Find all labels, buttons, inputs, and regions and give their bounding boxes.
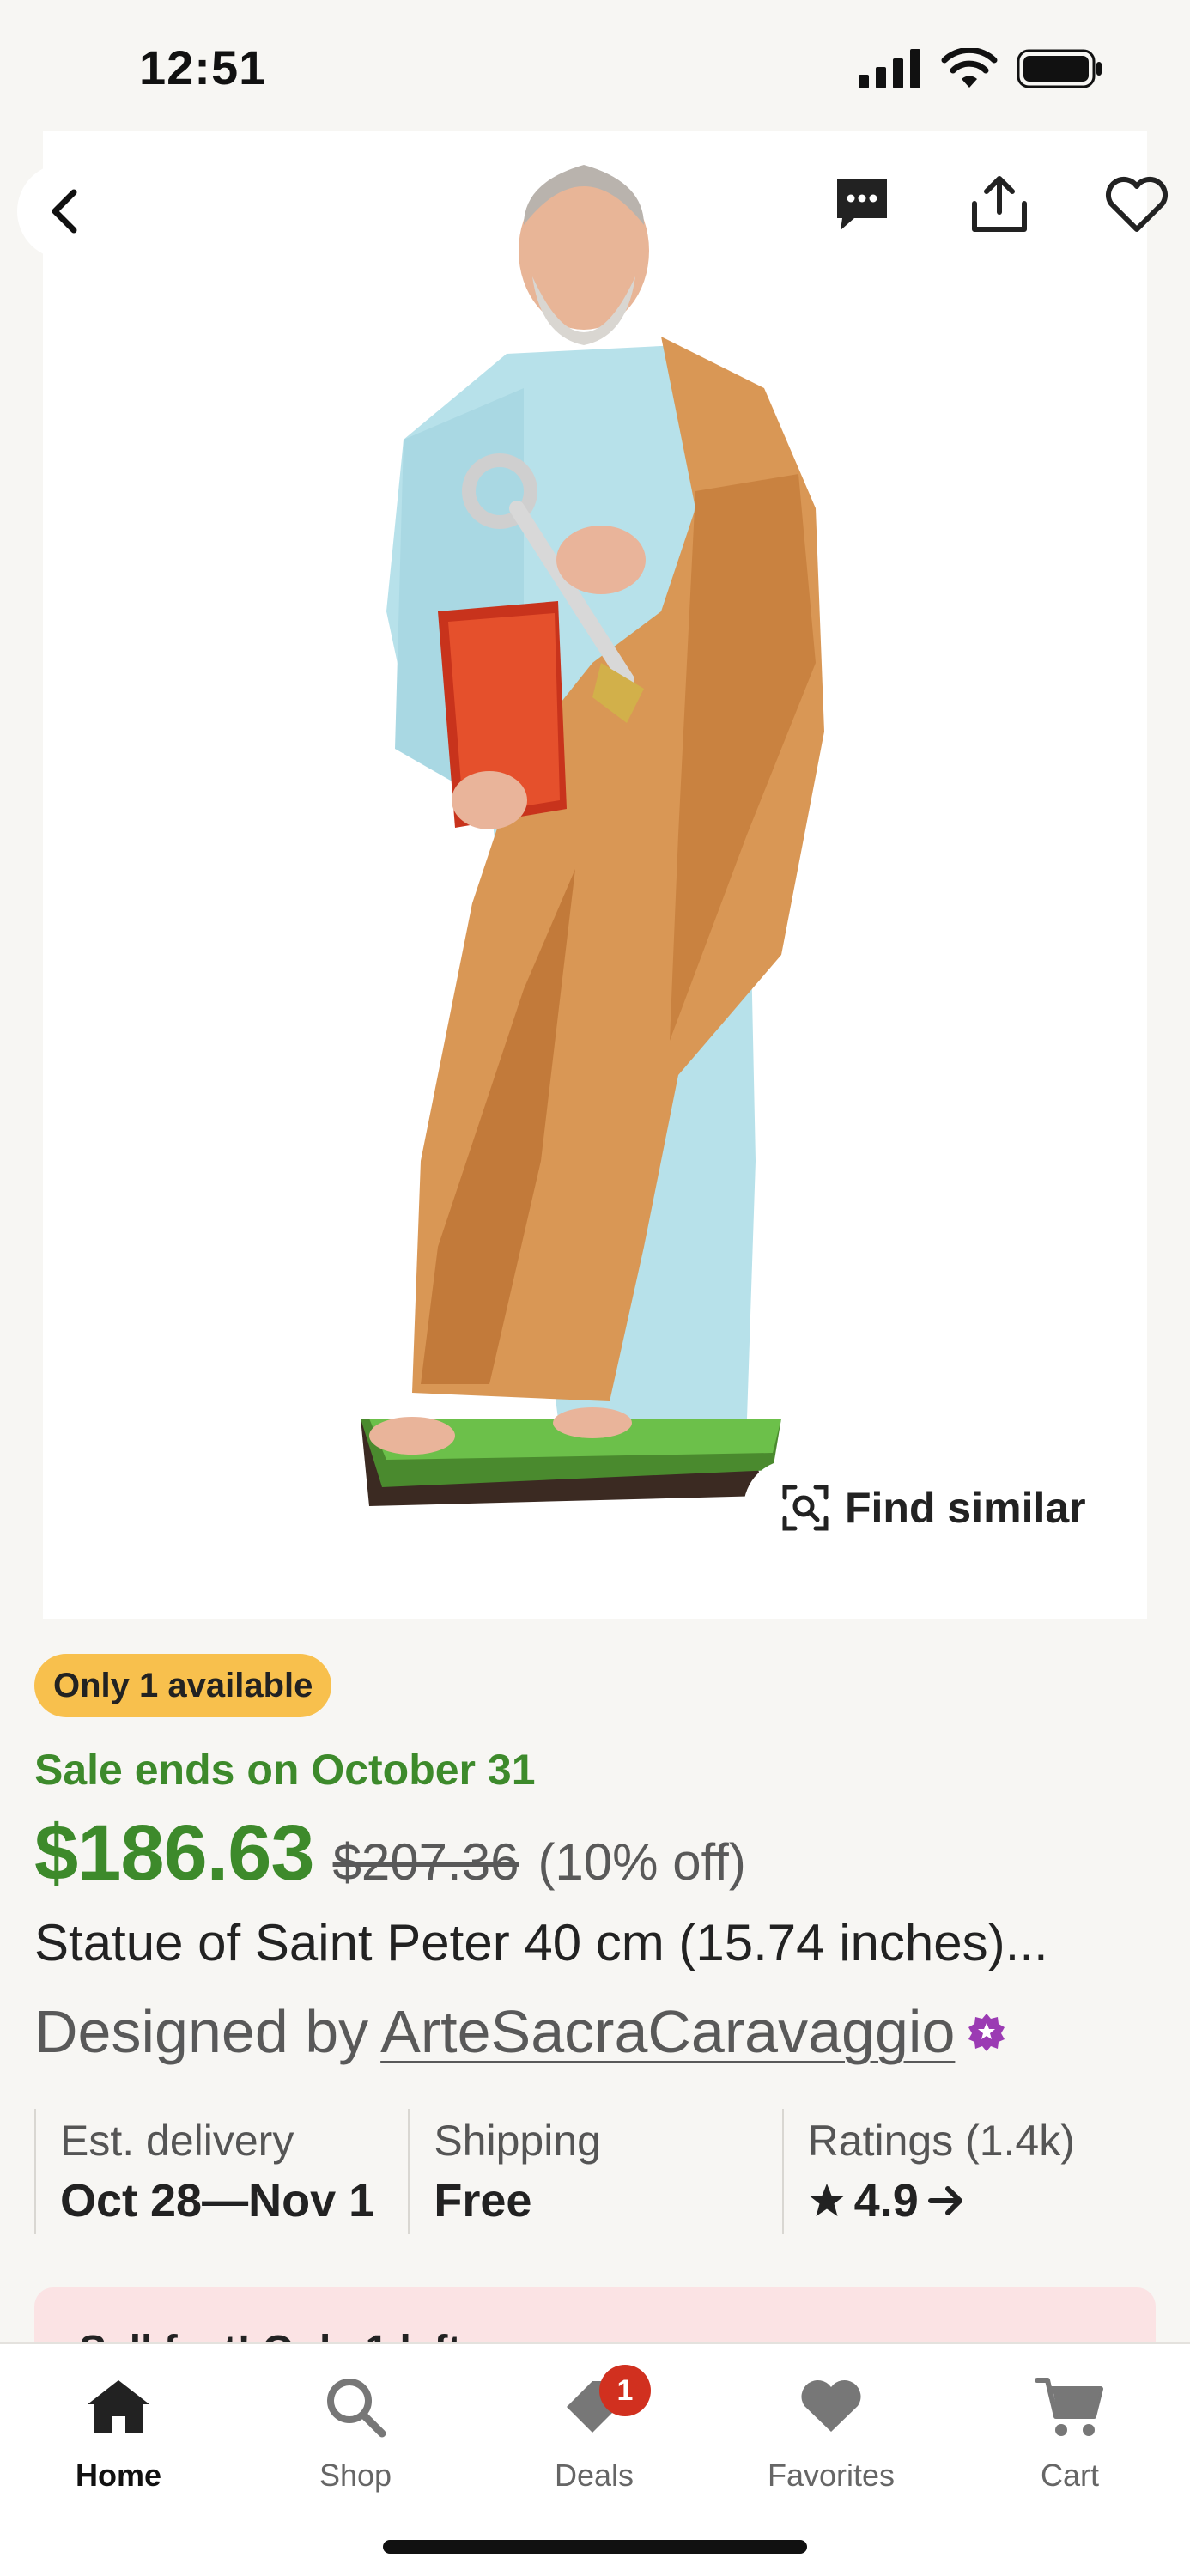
home-icon [88,2380,149,2433]
search-icon [327,2379,386,2438]
find-similar-label: Find similar [845,1484,1086,1532]
message-seller-button[interactable] [829,172,895,237]
designed-by-label: Designed by [34,1998,369,2065]
ratings-value: 4.9 [853,2175,919,2227]
favorite-button[interactable] [1104,172,1169,237]
product-image[interactable] [43,131,1147,1619]
nav-deals[interactable]: 1 Deals [508,2360,680,2494]
find-similar-button[interactable]: Find similar [744,1460,1147,1556]
back-button[interactable] [17,163,113,259]
home-indicator [383,2540,807,2554]
status-bar: 12:51 [0,0,1190,129]
nav-deals-label: Deals [554,2458,634,2493]
share-button[interactable] [967,172,1032,237]
shop-name-link[interactable]: ArteSacraCaravaggio [380,1997,955,2066]
discount-percent: (10% off) [537,1833,746,1891]
nav-home[interactable]: Home [33,2360,204,2494]
nav-shop-label: Shop [319,2458,392,2493]
nav-shop[interactable]: Shop [270,2360,441,2494]
star-seller-icon [968,2014,1005,2051]
nav-home-label: Home [75,2458,162,2493]
image-top-actions [829,172,1169,237]
cart-icon [1035,2378,1103,2436]
product-title[interactable]: Statue of Saint Peter 40 cm (15.74 inche… [34,1913,1159,1972]
info-columns: Est. delivery Oct 28—Nov 1 Shipping Free… [34,2109,1156,2234]
delivery-info[interactable]: Est. delivery Oct 28—Nov 1 [34,2109,408,2234]
status-time: 12:51 [139,40,267,94]
heart-outline-icon [1105,177,1169,232]
arrow-right-icon [927,2186,962,2215]
original-price: $207.36 [332,1833,519,1891]
ratings-label: Ratings (1.4k) [807,2117,1075,2165]
nav-cart[interactable]: Cart [984,2360,1156,2494]
status-icons [859,48,1104,89]
nav-favorites[interactable]: Favorites [745,2360,917,2494]
back-arrow-icon [52,189,77,234]
nav-cart-label: Cart [1040,2458,1099,2493]
heart-icon [801,2379,861,2432]
sale-price: $186.63 [34,1809,315,1897]
shipping-info[interactable]: Shipping Free [408,2109,781,2234]
sale-ends-text: Sale ends on October 31 [34,1746,536,1794]
promo-banner[interactable]: Sell fast! Only 1 left [34,2287,1156,2348]
statue-illustration [361,165,824,1506]
deals-count-badge: 1 [599,2365,651,2416]
delivery-label: Est. delivery [60,2117,294,2165]
visual-search-icon [782,1485,829,1531]
price-row: $186.63 $207.36 (10% off) [34,1808,746,1899]
ratings-info[interactable]: Ratings (1.4k) 4.9 [781,2109,1156,2234]
star-icon [809,2184,844,2216]
shipping-value: Free [434,2175,532,2227]
availability-badge: Only 1 available [34,1654,332,1717]
share-icon [972,176,1027,232]
signal-icon [859,49,920,88]
nav-favorites-label: Favorites [767,2458,896,2493]
shipping-label: Shipping [434,2117,601,2165]
delivery-value: Oct 28—Nov 1 [60,2175,375,2227]
ratings-value-row: 4.9 [808,2174,1156,2227]
designed-by: Designed by ArteSacraCaravaggio [34,1997,1006,2066]
battery-icon [1017,49,1102,88]
message-icon [837,179,887,230]
wifi-icon [941,48,998,88]
